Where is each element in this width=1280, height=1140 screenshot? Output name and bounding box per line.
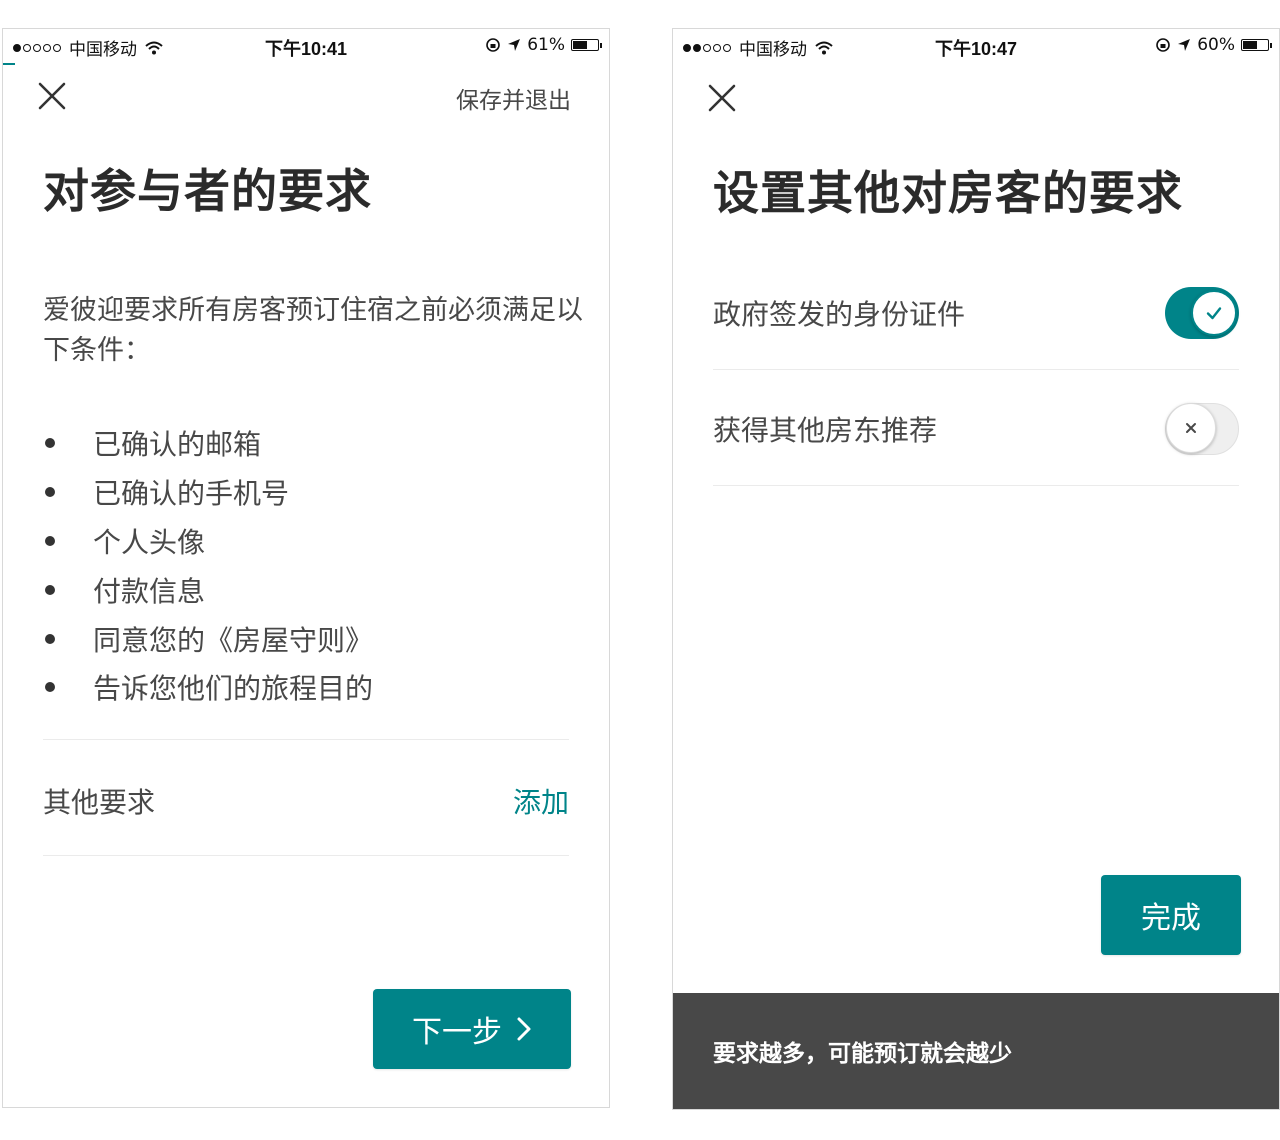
other-requirements-row: 其他要求 添加 — [43, 777, 569, 825]
battery-percent: 60% — [1197, 35, 1235, 55]
divider — [713, 369, 1239, 370]
x-icon — [1186, 423, 1196, 433]
bullet-icon — [45, 535, 55, 546]
snackbar: 要求越多，可能预订就会越少 — [673, 993, 1279, 1109]
list-item: 已确认的邮箱 — [43, 419, 373, 468]
location-arrow-icon — [508, 39, 521, 51]
next-button[interactable]: 下一步 — [373, 989, 571, 1069]
list-item: 已确认的手机号 — [43, 468, 373, 517]
battery-fill — [1243, 41, 1257, 49]
bullet-icon — [45, 487, 55, 498]
add-link[interactable]: 添加 — [513, 781, 569, 821]
bullet-icon — [45, 438, 55, 449]
rotation-lock-icon — [1156, 38, 1171, 52]
next-button-label: 下一步 — [412, 1015, 502, 1050]
list-item: 同意您的《房屋守则》 — [43, 614, 373, 663]
list-item: 付款信息 — [43, 565, 373, 614]
toggle-label: 获得其他房东推荐 — [713, 414, 938, 447]
battery-icon — [571, 39, 602, 51]
location-arrow-icon — [1178, 39, 1191, 51]
battery-percent: 61% — [527, 35, 565, 55]
toggle-row-government-id: 政府签发的身份证件 — [713, 283, 1239, 343]
bullet-icon — [45, 584, 55, 595]
check-icon — [1206, 307, 1222, 320]
save-exit-link[interactable]: 保存并退出 — [456, 81, 571, 115]
toggle-knob — [1191, 290, 1237, 336]
list-item: 个人头像 — [43, 517, 373, 566]
toggle-row-host-recommendation: 获得其他房东推荐 — [713, 399, 1239, 459]
battery-icon — [1241, 39, 1272, 51]
divider — [43, 855, 569, 856]
toggle-knob — [1166, 403, 1216, 453]
page-title: 对参与者的要求 — [43, 164, 372, 218]
toggle-label: 政府签发的身份证件 — [713, 298, 966, 331]
other-requirements-label: 其他要求 — [43, 786, 156, 819]
chevron-right-icon — [517, 1017, 531, 1041]
intro-text: 爱彼迎要求所有房客预订住宿之前必须满足以下条件： — [43, 295, 583, 366]
requirements-list: 已确认的邮箱 已确认的手机号 个人头像 付款信息 同意您的《房屋守则》 告诉您他… — [43, 419, 373, 712]
close-icon — [38, 82, 66, 110]
government-id-toggle[interactable] — [1165, 287, 1239, 339]
left-screen: 中国移动 下午10:41 61% 保存并退出 对参与者的要求 爱彼迎要求所有房客… — [2, 28, 610, 1108]
bullet-icon — [45, 682, 55, 693]
close-icon — [708, 84, 736, 112]
status-bar: 中国移动 下午10:41 61% — [3, 29, 609, 63]
battery-fill — [573, 41, 588, 49]
rotation-lock-icon — [486, 38, 501, 52]
page-title: 设置其他对房客的要求 — [713, 166, 1183, 220]
snackbar-message: 要求越多，可能预订就会越少 — [713, 1041, 1012, 1067]
divider — [713, 485, 1239, 486]
close-button[interactable] — [705, 81, 739, 115]
close-button[interactable] — [35, 79, 69, 113]
status-bar: 中国移动 下午10:47 60% — [673, 29, 1279, 63]
bullet-icon — [45, 633, 55, 644]
progress-indicator — [3, 63, 15, 65]
divider — [43, 739, 569, 740]
host-recommendation-toggle[interactable] — [1165, 403, 1239, 455]
done-button[interactable]: 完成 — [1101, 875, 1241, 955]
list-item: 告诉您他们的旅程目的 — [43, 663, 373, 712]
right-screen: 中国移动 下午10:47 60% 设置其他对房客的要求 政府签发的身份证件 获得… — [672, 28, 1280, 1110]
